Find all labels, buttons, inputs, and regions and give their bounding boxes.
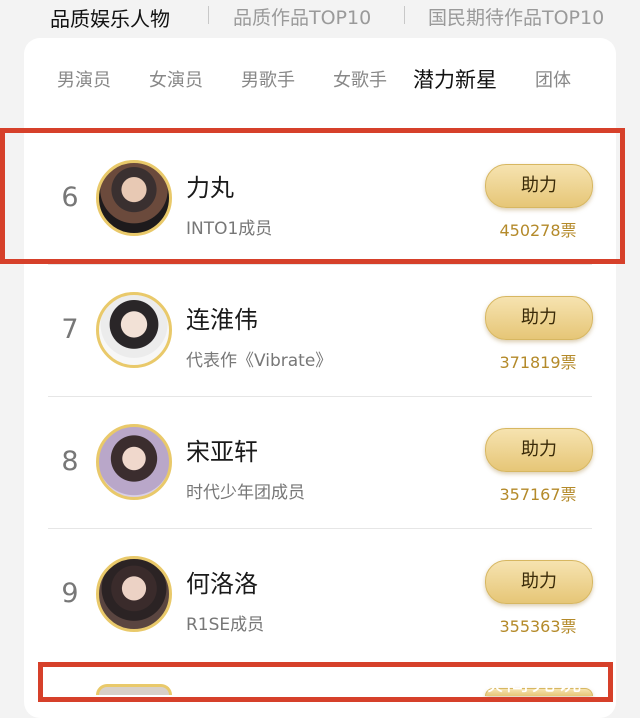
tab-rising-star[interactable]: 潜力新星 xyxy=(413,64,497,94)
list-item[interactable]: 9 何洛洛 R1SE成员 助力 355363票 xyxy=(24,528,616,660)
tab-quality-works[interactable]: 品质作品TOP10 xyxy=(233,3,371,30)
rank-number: 7 xyxy=(61,314,79,345)
tab-female-singer[interactable]: 女歌手 xyxy=(333,66,387,92)
boost-button[interactable]: 助力 xyxy=(485,296,593,340)
list-item[interactable]: 8 宋亚轩 时代少年团成员 助力 357167票 xyxy=(24,396,616,528)
boost-button[interactable]: 助力 xyxy=(485,428,593,472)
tab-male-singer[interactable]: 男歌手 xyxy=(241,66,295,92)
rank-number: 9 xyxy=(61,578,79,609)
highlight-box xyxy=(0,128,625,264)
vote-count: 357167票 xyxy=(499,485,577,504)
header-tabs: 品质娱乐人物 品质作品TOP10 国民期待作品TOP10 xyxy=(0,0,640,34)
star-name: 连淮伟 xyxy=(186,306,258,334)
divider xyxy=(208,6,209,24)
tab-expected-works[interactable]: 国民期待作品TOP10 xyxy=(428,3,604,30)
watermark: 头条号 / 娱简先说 xyxy=(372,668,584,696)
tab-quality-people[interactable]: 品质娱乐人物 xyxy=(50,3,170,32)
boost-button[interactable]: 助力 xyxy=(485,560,593,604)
divider xyxy=(404,6,405,24)
star-description: R1SE成员 xyxy=(186,615,265,635)
avatar[interactable] xyxy=(96,292,172,368)
avatar[interactable] xyxy=(96,556,172,632)
avatar[interactable] xyxy=(96,424,172,500)
star-description: 代表作《Vibrate》 xyxy=(186,351,333,371)
rank-number: 8 xyxy=(61,446,79,477)
tab-male-actor[interactable]: 男演员 xyxy=(57,66,111,92)
star-description: 时代少年团成员 xyxy=(186,483,305,503)
tab-female-actor[interactable]: 女演员 xyxy=(149,66,203,92)
star-name: 宋亚轩 xyxy=(186,438,258,466)
tab-group[interactable]: 团体 xyxy=(535,66,571,92)
vote-count: 371819票 xyxy=(499,353,577,372)
vote-count: 355363票 xyxy=(499,617,577,636)
star-name: 何洛洛 xyxy=(186,570,258,598)
list-item[interactable]: 7 连淮伟 代表作《Vibrate》 助力 371819票 xyxy=(24,264,616,396)
